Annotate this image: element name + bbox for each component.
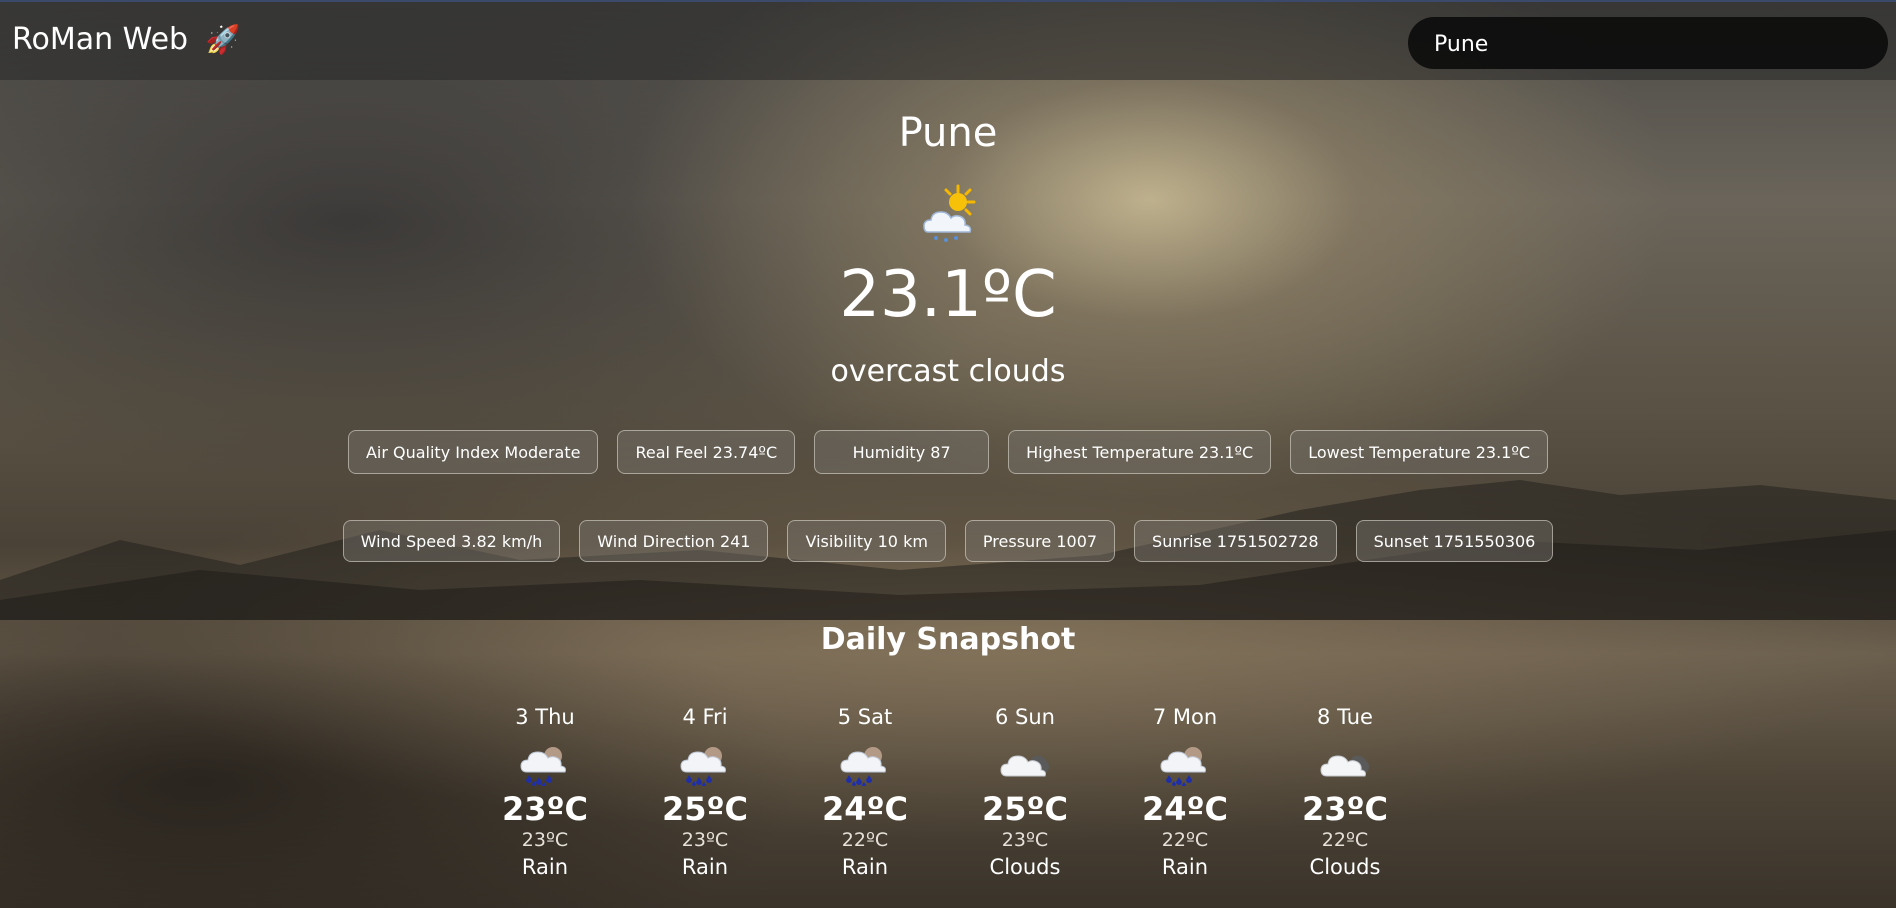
rain-cloud-icon [520,747,566,786]
rocket-icon: 🚀 [205,23,241,56]
day-condition: Clouds [1309,855,1381,879]
rain-cloud-icon [680,747,726,786]
brand-name: RoMan Web [12,22,189,57]
day-label: 5 Sat [837,705,893,729]
city-name: Pune [898,110,998,156]
day-condition: Rain [1161,855,1209,879]
wind-direction-pill: Wind Direction 241 [579,520,769,562]
real-feel-pill: Real Feel 23.74ºC [617,430,796,474]
wind-speed-pill: Wind Speed 3.82 km/h [342,520,561,562]
day-high-temp: 23ºC [1301,790,1389,828]
day-low-temp: 22ºC [1321,829,1369,851]
cloud-icon [1000,755,1049,777]
day-condition: Rain [521,855,569,879]
lowest-temperature-pill: Lowest Temperature 23.1ºC [1290,430,1549,474]
weather-details-row-1: Air Quality Index Moderate Real Feel 23.… [0,430,1896,474]
day-label: 7 Mon [1152,705,1218,729]
pressure-pill: Pressure 1007 [964,520,1116,562]
day-label: 4 Fri [682,705,728,729]
day-low-temp: 22ºC [841,829,889,851]
weather-details-row-2: Wind Speed 3.82 km/h Wind Direction 241 … [0,520,1896,562]
sunset-pill: Sunset 1751550306 [1355,520,1554,562]
rain-cloud-icon [1160,747,1206,786]
daily-forecast-item: 6 Sun 25ºC 23ºC Clouds [960,700,1090,882]
rain-cloud-icon [840,747,886,786]
visibility-pill: Visibility 10 km [787,520,946,562]
brand-logo[interactable]: RoMan Web 🚀 [12,20,241,60]
daily-snapshot-title: Daily Snapshot [820,622,1076,657]
sunrise-pill: Sunrise 1751502728 [1134,520,1337,562]
daily-forecast-item: 7 Mon 24ºC 22ºC Rain [1120,700,1250,882]
day-low-temp: 23ºC [681,829,729,851]
day-high-temp: 25ºC [661,790,749,828]
day-high-temp: 23ºC [501,790,589,828]
partly-cloudy-sun-icon [923,184,976,242]
daily-forecast-item: 4 Fri 25ºC 23ºC Rain [640,700,770,882]
day-high-temp: 24ºC [821,790,909,828]
top-navbar: RoMan Web 🚀 [0,0,1896,80]
day-low-temp: 23ºC [1001,829,1049,851]
day-low-temp: 22ºC [1161,829,1209,851]
day-low-temp: 23ºC [521,829,569,851]
daily-forecast-item: 3 Thu 23ºC 23ºC Rain [480,700,610,882]
current-condition: overcast clouds [830,354,1066,389]
day-label: 6 Sun [995,705,1055,729]
day-high-temp: 24ºC [1141,790,1229,828]
air-quality-pill: Air Quality Index Moderate [347,430,599,474]
day-condition: Rain [681,855,729,879]
day-condition: Clouds [989,855,1061,879]
current-temperature: 23.1ºC [839,258,1057,332]
daily-forecast-item: 5 Sat 24ºC 22ºC Rain [800,700,930,882]
highest-temperature-pill: Highest Temperature 23.1ºC [1008,430,1272,474]
search-input[interactable] [1432,17,1892,71]
day-label: 3 Thu [515,705,575,729]
day-high-temp: 25ºC [981,790,1069,828]
daily-forecast-item: 8 Tue 23ºC 22ºC Clouds [1280,700,1410,882]
daily-forecast-list: 3 Thu 23ºC 23ºC Rain 4 Fri 25ºC 23ºC Rai… [480,700,1410,882]
day-label: 8 Tue [1317,705,1373,729]
day-condition: Rain [841,855,889,879]
cloud-icon [1320,755,1369,777]
humidity-pill: Humidity 87 [814,430,990,474]
search-box[interactable] [1408,17,1892,71]
